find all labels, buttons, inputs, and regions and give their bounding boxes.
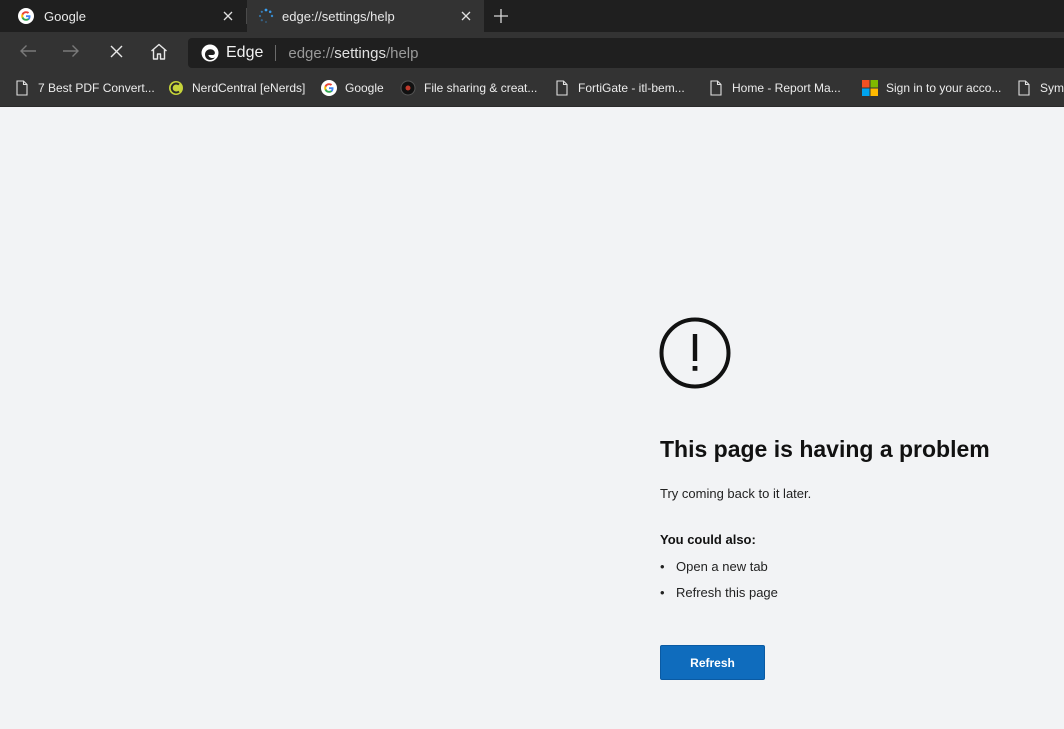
forward-button[interactable] bbox=[57, 37, 85, 65]
bookmark-label: Google bbox=[345, 81, 384, 95]
tab-title: Google bbox=[44, 8, 86, 24]
back-arrow-icon bbox=[20, 45, 36, 57]
stop-x-icon bbox=[110, 45, 122, 57]
microsoft-logo-icon bbox=[862, 80, 878, 96]
url-text: edge://settings/help bbox=[288, 45, 418, 62]
suggestion-item: • Refresh this page bbox=[660, 585, 778, 600]
edge-logo-icon bbox=[201, 44, 219, 62]
url-host: settings bbox=[334, 44, 386, 62]
tab-google[interactable]: Google bbox=[0, 0, 246, 32]
suggestion-text: Refresh this page bbox=[676, 585, 778, 600]
page-icon bbox=[554, 80, 570, 96]
page-icon bbox=[14, 80, 30, 96]
bookmark-item[interactable]: Home - Report Ma... bbox=[708, 70, 841, 106]
address-bar[interactable]: Edge edge://settings/help bbox=[188, 38, 1064, 68]
bookmark-label: 7 Best PDF Convert... bbox=[38, 81, 155, 95]
google-g-icon bbox=[321, 80, 337, 96]
warning-icon bbox=[659, 317, 731, 389]
tab-settings-help[interactable]: edge://settings/help bbox=[247, 0, 484, 32]
bookmarks-bar: 7 Best PDF Convert... NerdCentral [eNerd… bbox=[0, 70, 1064, 107]
bookmark-item[interactable]: Google bbox=[321, 70, 384, 106]
tab-title: edge://settings/help bbox=[282, 8, 395, 24]
loading-spinner-icon bbox=[258, 8, 274, 23]
error-heading: This page is having a problem bbox=[660, 436, 990, 462]
bookmark-item[interactable]: 7 Best PDF Convert... bbox=[14, 70, 155, 106]
bookmark-item[interactable]: NerdCentral [eNerds] bbox=[168, 70, 305, 106]
bookmark-label: NerdCentral [eNerds] bbox=[192, 81, 306, 95]
plus-icon bbox=[494, 9, 508, 23]
close-icon[interactable] bbox=[458, 8, 474, 24]
omnibox-divider bbox=[275, 45, 277, 61]
bookmark-item[interactable]: File sharing & creat... bbox=[400, 70, 537, 106]
close-icon[interactable] bbox=[220, 8, 236, 24]
suggestions-label: You could also: bbox=[660, 532, 756, 547]
page-icon bbox=[708, 80, 724, 96]
forward-arrow-icon bbox=[63, 45, 79, 57]
url-path: /help bbox=[385, 44, 419, 62]
page-icon bbox=[1016, 80, 1032, 96]
stop-button[interactable] bbox=[102, 37, 130, 65]
url-prefix: edge:// bbox=[288, 44, 335, 62]
bookmark-item[interactable]: Sign in to your acco... bbox=[862, 70, 1001, 106]
bookmark-label: FortiGate - itl-bem... bbox=[578, 81, 685, 95]
bookmark-label: Home - Report Ma... bbox=[732, 81, 841, 95]
bookmark-label: Sign in to your acco... bbox=[886, 81, 1002, 95]
back-button[interactable] bbox=[14, 37, 42, 65]
suggestion-item: • Open a new tab bbox=[660, 559, 768, 574]
circle-logo-icon bbox=[400, 80, 416, 96]
error-subtext: Try coming back to it later. bbox=[660, 486, 812, 501]
bookmark-item[interactable]: Syma bbox=[1016, 70, 1064, 106]
refresh-button[interactable]: Refresh bbox=[660, 645, 765, 680]
page-content bbox=[0, 107, 1064, 729]
bullet-icon: • bbox=[660, 559, 665, 574]
bookmark-item[interactable]: FortiGate - itl-bem... bbox=[554, 70, 685, 106]
bookmark-label: Syma bbox=[1040, 81, 1064, 95]
tab-strip: Google edge://settings/help bbox=[0, 0, 1064, 32]
home-button[interactable] bbox=[145, 37, 173, 65]
bookmark-label: File sharing & creat... bbox=[424, 81, 538, 95]
home-icon bbox=[151, 43, 167, 60]
bullet-icon: • bbox=[660, 585, 665, 600]
nerdcentral-icon bbox=[168, 80, 184, 96]
new-tab-button[interactable] bbox=[490, 5, 512, 27]
suggestion-text: Open a new tab bbox=[676, 559, 768, 574]
brand-label: Edge bbox=[226, 44, 264, 61]
google-g-icon bbox=[18, 8, 34, 24]
